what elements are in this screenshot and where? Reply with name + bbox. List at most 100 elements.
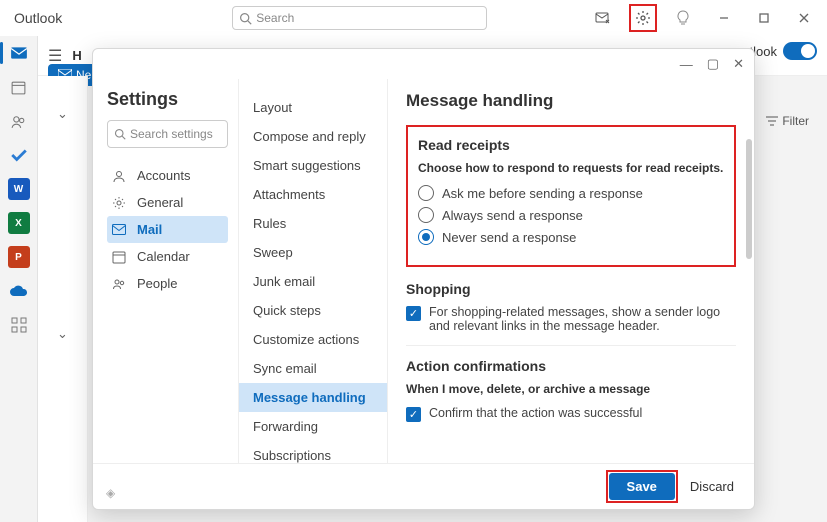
nav-general[interactable]: General (107, 189, 228, 216)
subnav-compose[interactable]: Compose and reply (239, 122, 387, 151)
shopping-section: Shopping ✓ For shopping-related messages… (406, 281, 736, 333)
rail-todo-icon[interactable] (8, 144, 30, 166)
settings-content: Message handling Read receipts Choose ho… (388, 79, 754, 463)
settings-search-input[interactable]: Search settings (107, 120, 228, 148)
chevron-down-icon[interactable]: ⌄ (57, 106, 68, 122)
nav-people[interactable]: People (107, 270, 228, 297)
home-label: H (72, 48, 81, 63)
search-placeholder: Search (256, 11, 294, 25)
filter-button[interactable]: Filter (766, 114, 809, 128)
subnav-sweep[interactable]: Sweep (239, 238, 387, 267)
subnav-quick[interactable]: Quick steps (239, 296, 387, 325)
chevron-down-icon[interactable]: ⌄ (57, 326, 68, 342)
subnav-attachments[interactable]: Attachments (239, 180, 387, 209)
content-heading: Message handling (406, 91, 736, 111)
search-icon (114, 128, 126, 140)
rail-selection-indicator (0, 42, 3, 64)
new-outlook-toggle[interactable] (783, 42, 817, 60)
checkbox-label: Confirm that the action was successful (429, 406, 642, 420)
action-checkbox-row[interactable]: ✓ Confirm that the action was successful (406, 406, 736, 422)
subnav-layout[interactable]: Layout (239, 93, 387, 122)
nav-mail[interactable]: Mail (107, 216, 228, 243)
people-icon (111, 277, 127, 291)
radio-icon (418, 185, 434, 201)
checkbox-icon: ✓ (406, 407, 421, 422)
radio-label: Ask me before sending a response (442, 186, 643, 201)
message-action-icon[interactable] (589, 4, 617, 32)
dialog-maximize-button[interactable]: ▢ (707, 56, 719, 72)
read-receipts-section: Read receipts Choose how to respond to r… (406, 125, 736, 267)
discard-button[interactable]: Discard (690, 479, 734, 494)
dialog-footer: Save Discard (93, 463, 754, 509)
save-button[interactable]: Save (609, 473, 675, 500)
nav-label: Accounts (137, 168, 190, 183)
maximize-button[interactable] (749, 4, 779, 32)
nav-label: General (137, 195, 183, 210)
minimize-button[interactable] (709, 4, 739, 32)
save-highlight: Save (606, 470, 678, 503)
subnav-message-handling[interactable]: Message handling (239, 383, 387, 412)
nav-label: People (137, 276, 177, 291)
nav-label: Calendar (137, 249, 190, 264)
search-input[interactable]: Search (232, 6, 487, 30)
action-desc: When I move, delete, or archive a messag… (406, 382, 736, 396)
subnav-subscriptions[interactable]: Subscriptions (239, 441, 387, 463)
lightbulb-icon[interactable] (669, 4, 697, 32)
radio-label: Never send a response (442, 230, 576, 245)
checkbox-icon: ✓ (406, 306, 421, 321)
nav-accounts[interactable]: Accounts (107, 162, 228, 189)
rail-onedrive-icon[interactable] (8, 280, 30, 302)
action-title: Action confirmations (406, 358, 736, 374)
shopping-checkbox-row[interactable]: ✓ For shopping-related messages, show a … (406, 305, 736, 333)
radio-icon (418, 229, 434, 245)
dialog-close-button[interactable]: ✕ (733, 56, 744, 72)
rail-powerpoint-icon[interactable]: P (8, 246, 30, 268)
subnav-junk[interactable]: Junk email (239, 267, 387, 296)
radio-ask-before[interactable]: Ask me before sending a response (418, 185, 724, 201)
radio-icon (418, 207, 434, 223)
settings-subnav: Layout Compose and reply Smart suggestio… (238, 79, 388, 463)
rail-word-icon[interactable]: W (8, 178, 30, 200)
dialog-minimize-button[interactable]: — (680, 57, 693, 72)
titlebar: Outlook Search (0, 0, 827, 36)
titlebar-actions (589, 4, 697, 32)
rail-mail-icon[interactable] (8, 42, 30, 64)
rail-excel-icon[interactable]: X (8, 212, 30, 234)
person-icon (111, 169, 127, 183)
gear-icon (111, 196, 127, 210)
radio-never-send[interactable]: Never send a response (418, 229, 724, 245)
filter-icon (766, 116, 778, 126)
subnav-smart[interactable]: Smart suggestions (239, 151, 387, 180)
filter-label: Filter (782, 114, 809, 128)
premium-diamond-icon[interactable]: ◈ (106, 486, 115, 500)
folder-pane-collapsed: ⌄ ⌄ (38, 76, 88, 522)
app-rail: W X P (0, 36, 38, 522)
settings-gear-icon[interactable] (629, 4, 657, 32)
rail-calendar-icon[interactable] (8, 76, 30, 98)
rail-more-apps-icon[interactable] (8, 314, 30, 336)
action-confirmations-section: Action confirmations When I move, delete… (406, 358, 736, 422)
rail-people-icon[interactable] (8, 110, 30, 132)
shopping-title: Shopping (406, 281, 736, 297)
nav-label: Mail (137, 222, 162, 237)
app-title: Outlook (14, 10, 62, 26)
subnav-customize[interactable]: Customize actions (239, 325, 387, 354)
divider (406, 345, 736, 346)
settings-title: Settings (107, 89, 228, 110)
calendar-icon (111, 250, 127, 264)
subnav-forwarding[interactable]: Forwarding (239, 412, 387, 441)
dialog-titlebar: — ▢ ✕ (93, 49, 754, 79)
hamburger-icon[interactable]: ☰ (48, 46, 62, 66)
search-icon (239, 12, 252, 25)
scrollbar[interactable] (746, 139, 752, 259)
close-button[interactable] (789, 4, 819, 32)
read-receipts-desc: Choose how to respond to requests for re… (418, 161, 724, 175)
subnav-sync[interactable]: Sync email (239, 354, 387, 383)
subnav-rules[interactable]: Rules (239, 209, 387, 238)
radio-always-send[interactable]: Always send a response (418, 207, 724, 223)
mail-icon (111, 224, 127, 236)
settings-dialog: — ▢ ✕ Settings Search settings Accounts … (92, 48, 755, 510)
read-receipts-title: Read receipts (418, 137, 724, 153)
nav-calendar[interactable]: Calendar (107, 243, 228, 270)
window-controls (709, 4, 819, 32)
